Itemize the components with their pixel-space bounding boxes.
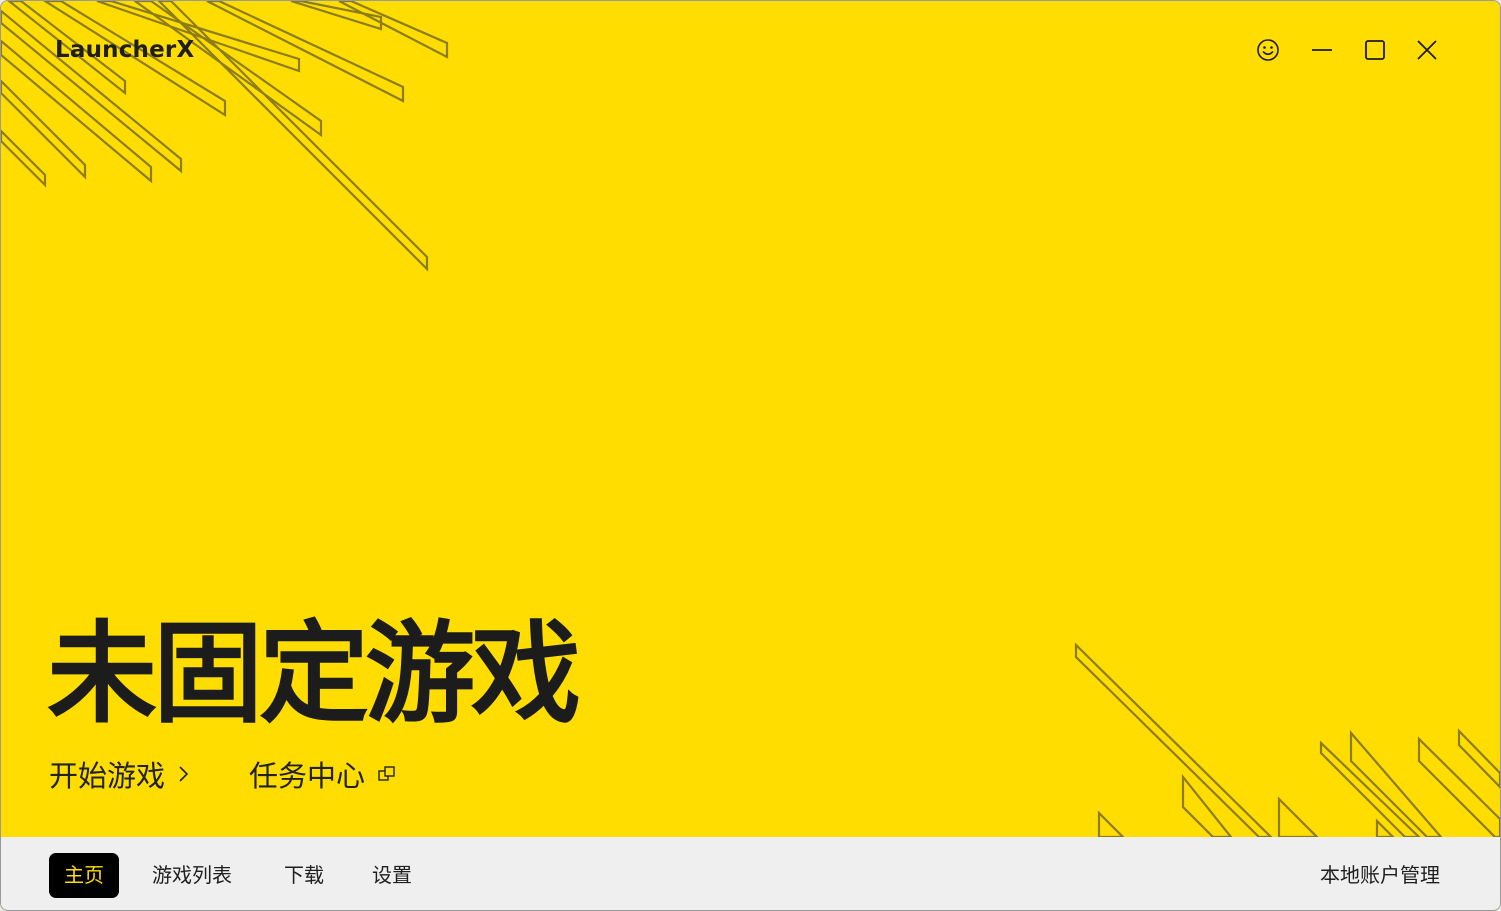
minimize-icon — [1312, 49, 1332, 51]
nav-item-game-list[interactable]: 游戏列表 — [152, 853, 232, 898]
minimize-button[interactable] — [1302, 31, 1342, 69]
start-game-link[interactable]: 开始游戏 — [49, 753, 191, 795]
maximize-button[interactable] — [1355, 31, 1395, 69]
bottom-navigation: 主页 游戏列表 下载 设置 本地账户管理 — [1, 837, 1500, 910]
close-button[interactable] — [1407, 31, 1447, 69]
nav-item-downloads[interactable]: 下载 — [284, 853, 324, 898]
external-window-icon — [377, 764, 397, 784]
nav-item-settings[interactable]: 设置 — [372, 853, 412, 898]
close-icon — [1417, 40, 1437, 60]
chevron-right-icon — [177, 764, 191, 784]
task-center-label: 任务中心 — [249, 759, 366, 793]
feedback-button[interactable] — [1248, 31, 1288, 69]
start-game-label: 开始游戏 — [49, 759, 166, 793]
local-account-management-link[interactable]: 本地账户管理 — [1320, 853, 1440, 898]
app-window: LauncherX 未固定游戏 开始游戏 任务中心 主页 游戏列表 下载 设置 … — [0, 0, 1501, 911]
smiley-icon — [1257, 39, 1279, 61]
hero-banner: LauncherX 未固定游戏 开始游戏 任务中心 — [1, 1, 1500, 837]
app-title: LauncherX — [55, 37, 195, 63]
nav-item-home[interactable]: 主页 — [49, 853, 119, 898]
maximize-icon — [1365, 40, 1385, 60]
task-center-link[interactable]: 任务中心 — [249, 753, 397, 795]
pinned-game-title: 未固定游戏 — [47, 610, 581, 738]
